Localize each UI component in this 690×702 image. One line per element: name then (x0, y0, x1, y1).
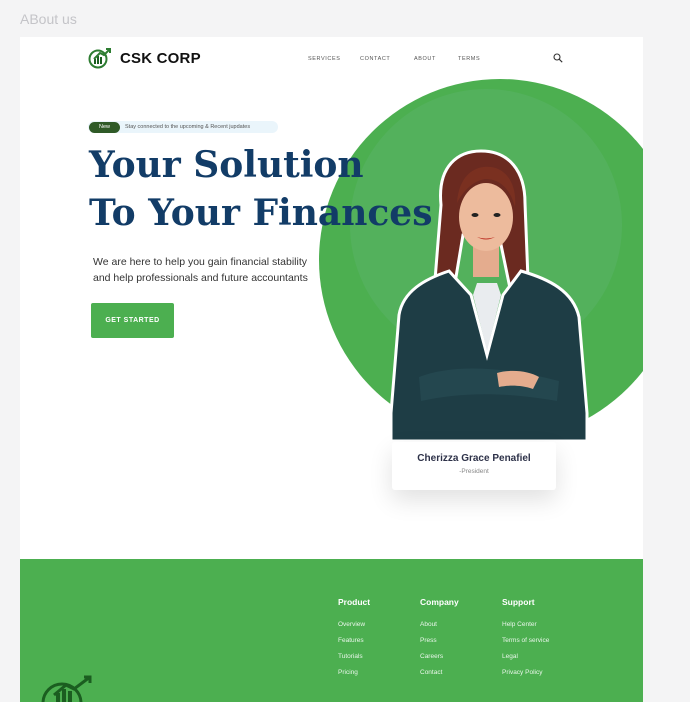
person-name: Cherizza Grace Penafiel (417, 453, 531, 464)
footer-col-product: Product Overview Features Tutorials Pric… (338, 597, 370, 676)
hero-subtitle-line1: We are here to help you gain financial s… (93, 256, 308, 268)
footer-heading: Support (502, 597, 535, 607)
brand-name: CSK CORP (120, 49, 201, 67)
footer-link[interactable]: Privacy Policy (502, 669, 549, 676)
new-badge: New (89, 121, 121, 133)
announcement-bar[interactable]: New Stay connected to the upcoming & Rec… (88, 121, 278, 133)
nav-terms[interactable]: TERMS (458, 56, 480, 62)
nav-services[interactable]: SERVICES (308, 56, 341, 62)
hero-title: Your Solution To Your Finances (89, 141, 432, 237)
person-role: -President (459, 468, 489, 475)
nav-contact[interactable]: CONTACT (360, 56, 390, 62)
hero-subtitle: We are here to help you gain financial s… (93, 254, 353, 286)
frame-label: ABout us (20, 11, 77, 27)
search-icon[interactable] (553, 53, 563, 63)
footer-link[interactable]: Legal (502, 653, 549, 660)
footer-col-support: Support Help Center Terms of service Leg… (502, 597, 549, 676)
announcement-text: Stay connected to the upcoming & Recent … (125, 124, 251, 130)
chart-growth-icon (88, 48, 111, 69)
footer-link[interactable]: Overview (338, 621, 370, 628)
footer-logo-icon (41, 675, 92, 702)
hero-subtitle-line2: and help professionals and future accoun… (93, 272, 308, 284)
footer: Product Overview Features Tutorials Pric… (20, 559, 643, 702)
footer-link[interactable]: Careers (420, 653, 459, 660)
footer-heading: Company (420, 597, 459, 607)
hero-title-line2: To Your Finances (89, 192, 433, 234)
footer-link[interactable]: Help Center (502, 621, 549, 628)
get-started-button[interactable]: GET STARTED (91, 303, 174, 338)
footer-link[interactable]: Pricing (338, 669, 370, 676)
hero-title-line1: Your Solution (89, 144, 364, 186)
person-name-card: Cherizza Grace Penafiel -President (392, 442, 556, 490)
brand-logo[interactable]: CSK CORP (88, 47, 201, 69)
footer-heading: Product (338, 597, 371, 607)
nav-about[interactable]: ABOUT (414, 56, 436, 62)
footer-link[interactable]: Terms of service (502, 637, 549, 644)
footer-link[interactable]: Features (338, 637, 370, 644)
footer-link[interactable]: Tutorials (338, 653, 370, 660)
page-canvas: CSK CORP SERVICES CONTACT ABOUT TERMS Ne… (20, 37, 643, 702)
footer-link[interactable]: About (420, 621, 459, 628)
footer-link[interactable]: Contact (420, 669, 459, 676)
footer-link[interactable]: Press (420, 637, 459, 644)
footer-col-company: Company About Press Careers Contact (420, 597, 459, 676)
